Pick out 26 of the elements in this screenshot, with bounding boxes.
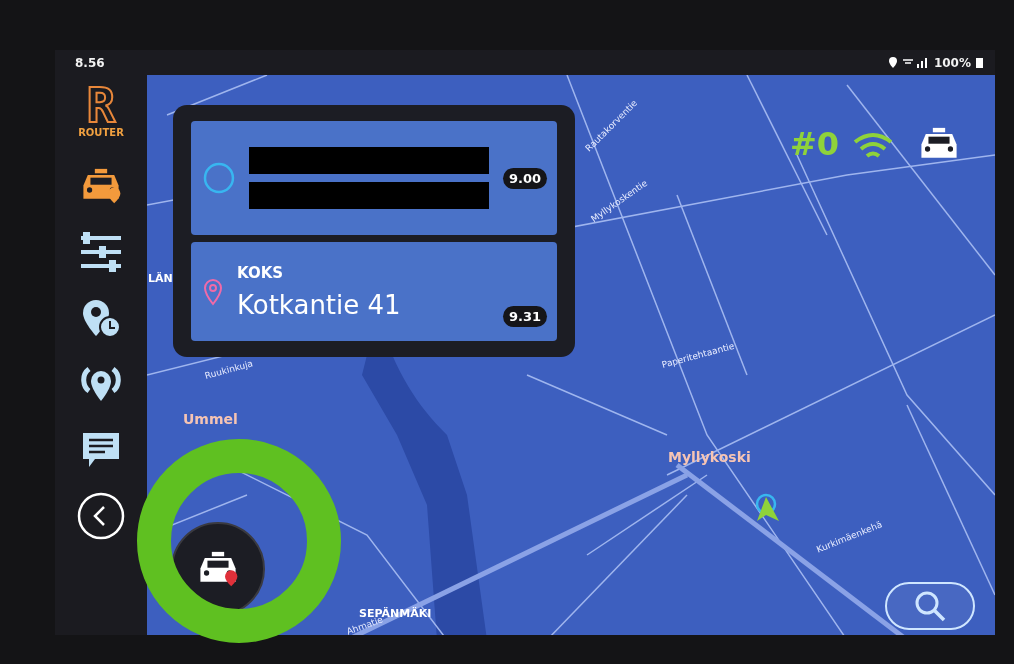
status-icons — [888, 57, 929, 68]
location-signal-icon — [81, 365, 121, 403]
place-label: Ummel — [183, 411, 238, 427]
route-stop-card[interactable]: 9.00 — [191, 121, 557, 235]
status-time: 8.56 — [75, 55, 105, 70]
back-icon — [76, 491, 126, 541]
route-stop-card[interactable]: KOKS Kotkantie 41 9.31 — [191, 242, 557, 341]
time-badge: 9.00 — [502, 167, 547, 189]
vehicle-location-icon — [753, 493, 781, 523]
place-label: LÄN — [148, 272, 173, 285]
pin-clock-icon — [81, 298, 121, 338]
stop-address: Kotkantie 41 — [237, 289, 402, 320]
vehicle-number: #0 — [790, 125, 840, 163]
stop-label: KOKS — [237, 263, 285, 282]
search-icon — [913, 589, 947, 623]
location-pin-icon — [203, 277, 223, 306]
logo-text: ROUTER — [78, 127, 124, 138]
logo-letter: R — [86, 83, 116, 127]
sliders-icon — [79, 232, 123, 272]
message-icon — [81, 431, 121, 469]
battery-percent: 100% — [933, 55, 971, 70]
battery-icon — [976, 57, 983, 68]
place-label: Myllykoski — [668, 449, 751, 465]
search-button[interactable] — [885, 582, 975, 630]
circle-icon — [203, 162, 235, 194]
time-badge: 9.31 — [502, 306, 547, 327]
